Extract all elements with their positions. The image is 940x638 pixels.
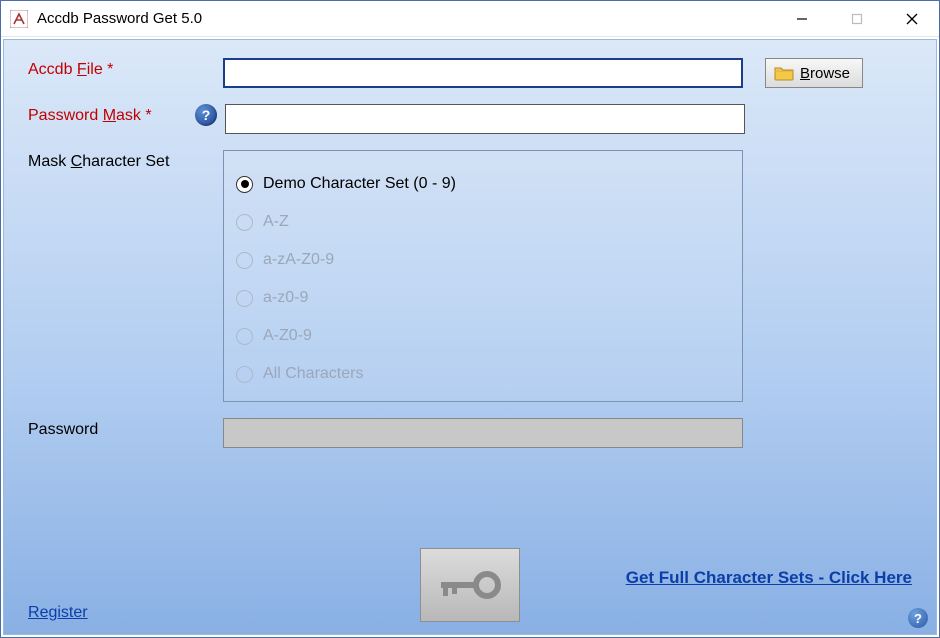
maximize-button[interactable] [829,1,884,37]
corner-help-icon[interactable]: ? [908,608,928,628]
app-icon [9,9,29,29]
label-password: Password [28,418,223,439]
password-output [223,418,743,448]
charset-option-2: a-zA-Z0-9 [236,241,730,279]
password-mask-input[interactable] [225,104,745,134]
charset-option-label: A-Z [263,213,289,231]
charset-option-label: Demo Character Set (0 - 9) [263,175,456,193]
recover-button[interactable] [420,548,520,622]
label-password-mask: Password Mask * [28,104,223,125]
bottom-bar: Register Get Full Character Sets - Click… [28,568,912,622]
key-icon [435,565,505,605]
radio-icon [236,328,253,345]
charset-option-1: A-Z [236,203,730,241]
charset-option-label: a-z0-9 [263,289,308,307]
charset-option-label: a-zA-Z0-9 [263,251,334,269]
row-charset: Mask Character Set Demo Character Set (0… [28,150,912,402]
accdb-file-input[interactable] [223,58,743,88]
label-charset: Mask Character Set [28,150,223,171]
window-title: Accdb Password Get 5.0 [37,10,202,27]
label-accdb-file: Accdb File * [28,58,223,79]
row-accdb-file: Accdb File * Browse [28,58,912,88]
row-password: Password [28,418,912,448]
browse-button[interactable]: Browse [765,58,863,88]
folder-icon [774,65,794,81]
app-window: Accdb Password Get 5.0 Accdb File * [0,0,940,638]
radio-icon [236,214,253,231]
client-area: Accdb File * Browse [3,39,937,635]
charset-option-0[interactable]: Demo Character Set (0 - 9) [236,165,730,203]
row-password-mask: Password Mask * ? [28,104,912,134]
charset-groupbox: Demo Character Set (0 - 9) A-Z a-zA-Z0-9 a-… [223,150,743,402]
charset-option-5: All Characters [236,355,730,393]
radio-icon [236,290,253,307]
radio-icon [236,366,253,383]
radio-icon [236,176,253,193]
charset-option-label: A-Z0-9 [263,327,312,345]
minimize-button[interactable] [774,1,829,37]
help-icon[interactable]: ? [195,104,217,126]
get-full-charsets-link[interactable]: Get Full Character Sets - Click Here [626,568,912,588]
close-button[interactable] [884,1,939,37]
charset-option-3: a-z0-9 [236,279,730,317]
register-link[interactable]: Register [28,604,88,622]
titlebar: Accdb Password Get 5.0 [1,1,939,37]
charset-option-4: A-Z0-9 [236,317,730,355]
radio-icon [236,252,253,269]
charset-option-label: All Characters [263,365,363,383]
